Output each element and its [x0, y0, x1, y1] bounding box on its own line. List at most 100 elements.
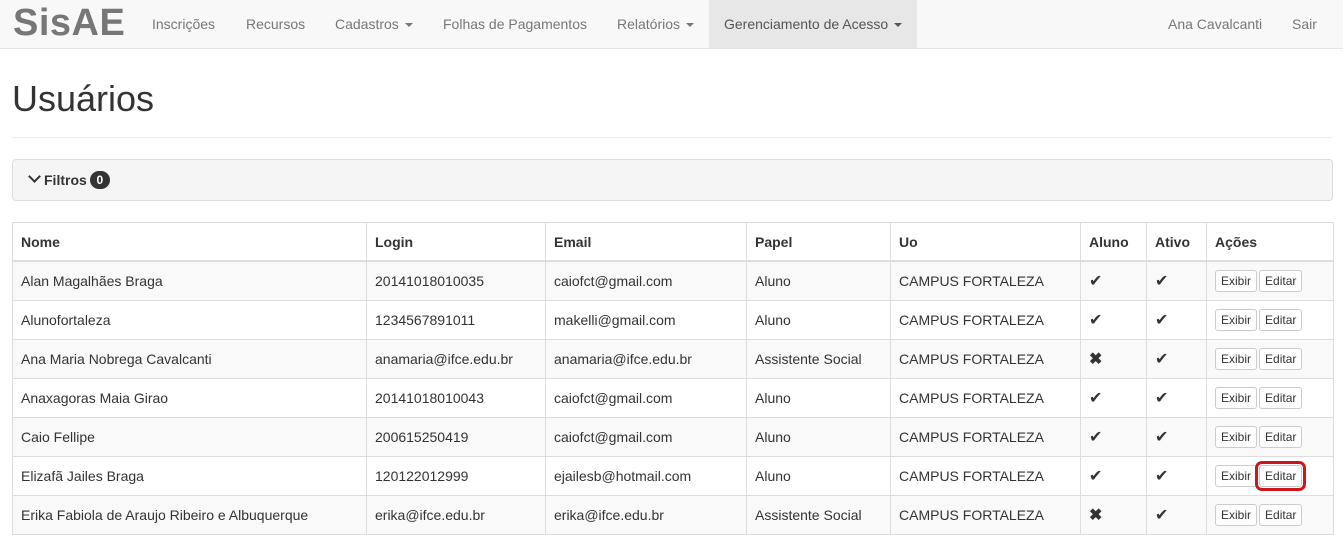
chevron-down-icon — [28, 170, 41, 183]
cell-uo: CAMPUS FORTALEZA — [890, 378, 1081, 418]
check-icon: ✔ — [1155, 468, 1169, 485]
cell-aluno: ✖ — [1080, 495, 1147, 535]
cell-aluno: ✔ — [1080, 417, 1147, 457]
cell-ativo: ✔ — [1146, 300, 1207, 340]
filter-toggle[interactable]: Filtros 0 — [28, 160, 110, 200]
navbar: SisAE Inscrições Recursos Cadastros Folh… — [0, 0, 1343, 49]
cell-login: 20141018010043 — [366, 378, 546, 418]
cell-login: 200615250419 — [366, 417, 546, 457]
users-table: Nome Login Email Papel Uo Aluno Ativo Aç… — [12, 222, 1334, 535]
cell-papel: Assistente Social — [746, 339, 891, 379]
view-button[interactable]: Exibir — [1215, 504, 1258, 526]
cell-acoes: Exibir Editar — [1206, 378, 1334, 418]
cell-acoes: Exibir Editar — [1206, 260, 1334, 301]
caret-down-icon — [686, 23, 695, 28]
header-papel: Papel — [746, 222, 891, 262]
nav-cadastros-label: Cadastros — [335, 16, 399, 32]
cell-nome: Caio Fellipe — [12, 417, 367, 457]
cell-nome: Erika Fabiola de Araujo Ribeiro e Albuqu… — [12, 495, 367, 535]
check-icon: ✔ — [1155, 273, 1169, 290]
nav-relatorios[interactable]: Relatórios — [617, 0, 695, 49]
cell-uo: CAMPUS FORTALEZA — [890, 260, 1081, 301]
edit-button[interactable]: Editar — [1259, 387, 1303, 409]
cell-uo: CAMPUS FORTALEZA — [890, 456, 1081, 496]
cell-uo: CAMPUS FORTALEZA — [890, 339, 1081, 379]
x-icon: ✖ — [1089, 351, 1103, 368]
cell-nome: Alan Magalhães Braga — [12, 260, 367, 301]
cell-acoes: Exibir Editar — [1206, 300, 1334, 340]
cell-login: 1234567891011 — [366, 300, 546, 340]
cell-uo: CAMPUS FORTALEZA — [890, 495, 1081, 535]
cell-email: caiofct@gmail.com — [545, 417, 747, 457]
cell-aluno: ✖ — [1080, 339, 1147, 379]
header-nome: Nome — [12, 222, 367, 262]
check-icon: ✔ — [1155, 507, 1169, 524]
header-uo: Uo — [890, 222, 1081, 262]
cell-papel: Aluno — [746, 260, 891, 301]
table-row: Alunofortaleza 1234567891011 makelli@gmail… — [12, 300, 1334, 340]
edit-button[interactable]: Editar — [1259, 504, 1303, 526]
cell-uo: CAMPUS FORTALEZA — [890, 417, 1081, 457]
cell-aluno: ✔ — [1080, 456, 1147, 496]
caret-down-icon — [404, 23, 413, 28]
view-button[interactable]: Exibir — [1215, 465, 1258, 487]
nav-gerenciamento-de-acesso[interactable]: Gerenciamento de Acesso — [709, 0, 917, 49]
cell-email: caiofct@gmail.com — [545, 260, 747, 301]
cell-ativo: ✔ — [1146, 495, 1207, 535]
cell-email: ejailesb@hotmail.com — [545, 456, 747, 496]
cell-papel: Aluno — [746, 300, 891, 340]
cell-ativo: ✔ — [1146, 378, 1207, 418]
cell-email: anamaria@ifce.edu.br — [545, 339, 747, 379]
nav-inscricoes[interactable]: Inscrições — [152, 0, 215, 49]
cell-nome: Anaxagoras Maia Girao — [12, 378, 367, 418]
cell-ativo: ✔ — [1146, 260, 1207, 301]
check-icon: ✔ — [1155, 351, 1169, 368]
cell-acoes: Exibir Editar — [1206, 339, 1334, 379]
cell-ativo: ✔ — [1146, 456, 1207, 496]
cell-nome: Elizafã Jailes Braga — [12, 456, 367, 496]
cell-email: erika@ifce.edu.br — [545, 495, 747, 535]
cell-email: caiofct@gmail.com — [545, 378, 747, 418]
nav-gerenciamento-label: Gerenciamento de Acesso — [724, 16, 889, 32]
check-icon: ✔ — [1089, 312, 1103, 329]
edit-button[interactable]: Editar — [1259, 426, 1303, 448]
edit-button[interactable]: Editar — [1259, 348, 1303, 370]
header-aluno: Aluno — [1080, 222, 1147, 262]
edit-button[interactable]: Editar — [1259, 270, 1303, 292]
header-login: Login — [366, 222, 546, 262]
filter-label: Filtros — [44, 172, 87, 188]
check-icon: ✔ — [1089, 468, 1103, 485]
nav-user[interactable]: Ana Cavalcanti — [1168, 0, 1262, 49]
table-row: Elizafã Jailes Braga 120122012999 ejailesb… — [12, 456, 1334, 496]
divider — [12, 137, 1332, 138]
cell-papel: Aluno — [746, 456, 891, 496]
nav-logout[interactable]: Sair — [1292, 0, 1317, 49]
cell-nome: Alunofortaleza — [12, 300, 367, 340]
edit-button[interactable]: Editar — [1259, 309, 1303, 331]
check-icon: ✔ — [1155, 390, 1169, 407]
cell-papel: Aluno — [746, 378, 891, 418]
edit-button[interactable]: Editar — [1254, 461, 1307, 491]
cell-login: erika@ifce.edu.br — [366, 495, 546, 535]
table-row: Anaxagoras Maia Girao 20141018010043 caiof… — [12, 378, 1334, 418]
check-icon: ✔ — [1155, 312, 1169, 329]
view-button[interactable]: Exibir — [1215, 270, 1258, 292]
cell-ativo: ✔ — [1146, 339, 1207, 379]
check-icon: ✔ — [1089, 429, 1103, 446]
view-button[interactable]: Exibir — [1215, 309, 1258, 331]
caret-down-icon — [894, 23, 903, 28]
cell-login: 120122012999 — [366, 456, 546, 496]
nav-folhas-de-pagamentos[interactable]: Folhas de Pagamentos — [443, 0, 587, 49]
cell-nome: Ana Maria Nobrega Cavalcanti — [12, 339, 367, 379]
nav-cadastros[interactable]: Cadastros — [335, 0, 413, 49]
view-button[interactable]: Exibir — [1215, 426, 1258, 448]
nav-recursos[interactable]: Recursos — [246, 0, 305, 49]
view-button[interactable]: Exibir — [1215, 348, 1258, 370]
view-button[interactable]: Exibir — [1215, 387, 1258, 409]
table-row: Caio Fellipe 200615250419 caiofct@gmail.co… — [12, 417, 1334, 457]
cell-aluno: ✔ — [1080, 378, 1147, 418]
cell-login: anamaria@ifce.edu.br — [366, 339, 546, 379]
cell-aluno: ✔ — [1080, 260, 1147, 301]
cell-uo: CAMPUS FORTALEZA — [890, 300, 1081, 340]
brand-logo[interactable]: SisAE — [13, 0, 125, 49]
